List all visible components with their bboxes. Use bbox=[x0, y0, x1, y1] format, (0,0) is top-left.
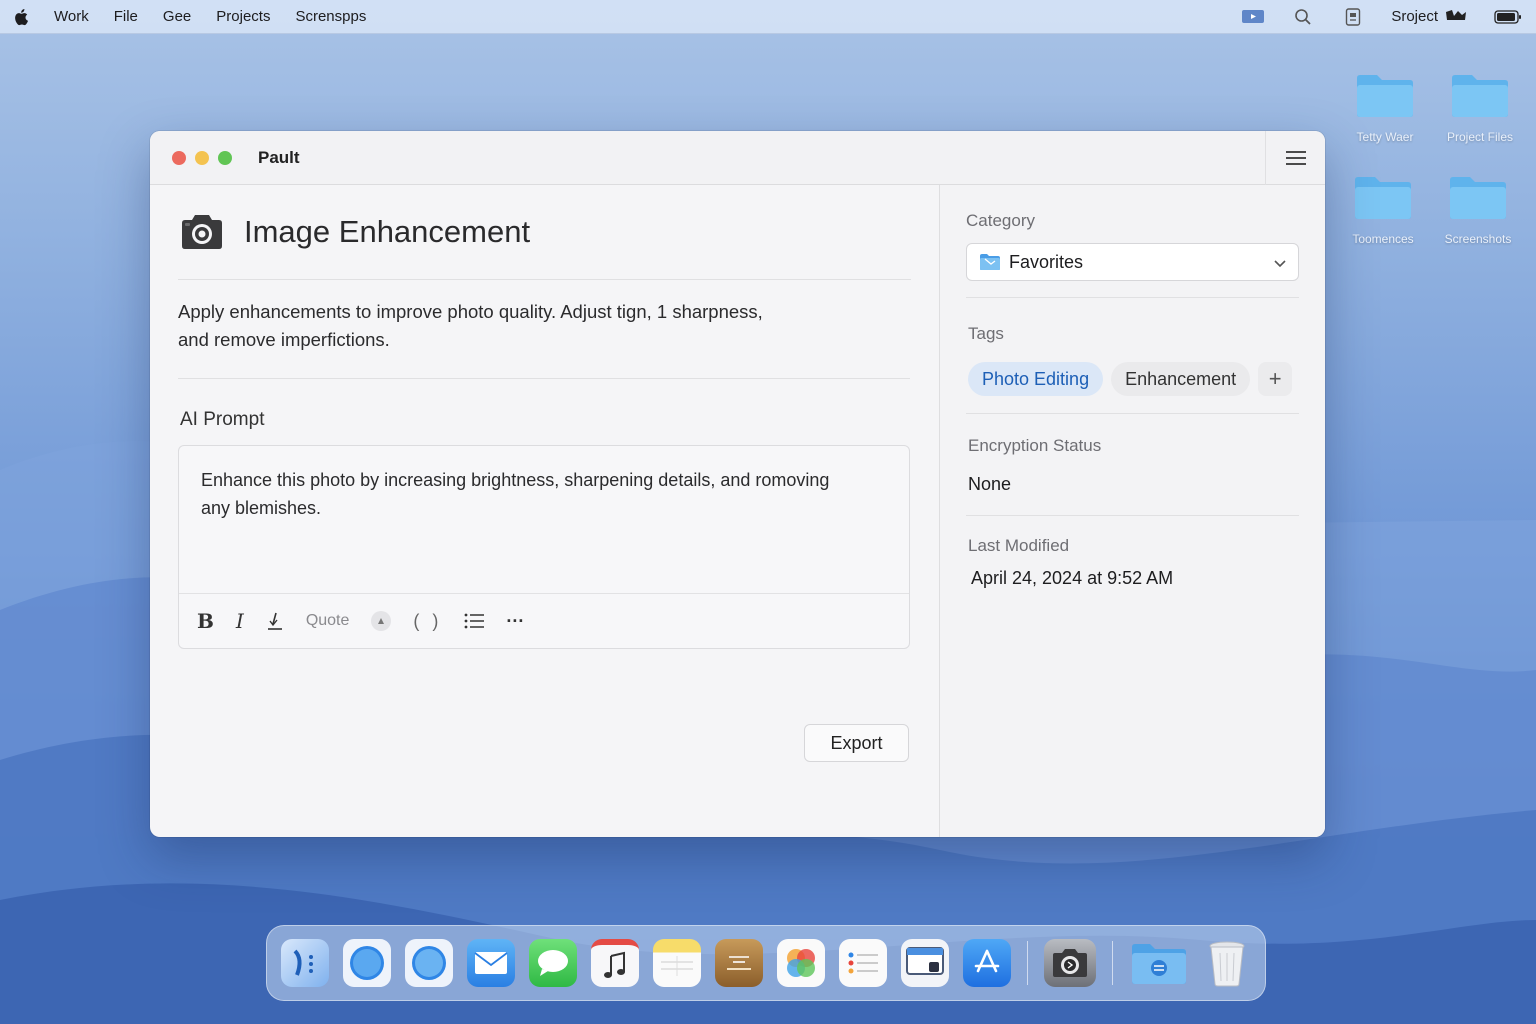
control-center-icon[interactable] bbox=[1341, 7, 1365, 26]
export-button[interactable]: Export bbox=[804, 724, 909, 762]
add-tag-button[interactable]: + bbox=[1258, 362, 1293, 396]
finder-icon[interactable] bbox=[281, 939, 329, 987]
reminders-icon[interactable] bbox=[839, 939, 887, 987]
menu-bar: Work File Gee Projects Screnspps Sroject bbox=[0, 0, 1536, 34]
info-sidebar: Category Favorites Tags Photo Editing En… bbox=[940, 185, 1325, 837]
category-value: Favorites bbox=[1009, 251, 1084, 272]
modified-value: April 24, 2024 at 9:52 AM bbox=[971, 568, 1174, 588]
ai-prompt-label: AI Prompt bbox=[180, 409, 265, 430]
preview-icon[interactable] bbox=[901, 939, 949, 987]
tag-photo-editing[interactable]: Photo Editing bbox=[968, 362, 1104, 396]
messages-icon[interactable] bbox=[529, 939, 577, 987]
close-button[interactable] bbox=[172, 150, 186, 165]
category-select[interactable]: Favorites bbox=[966, 243, 1299, 281]
modified-label: Last Modified bbox=[968, 536, 1070, 555]
folder-icon bbox=[1450, 72, 1510, 118]
underline-icon bbox=[267, 612, 282, 630]
app-store-icon[interactable] bbox=[963, 939, 1011, 987]
note-header: Image Enhancement bbox=[178, 185, 911, 280]
more-options-button[interactable]: ··· bbox=[506, 611, 524, 632]
search-icon[interactable] bbox=[1291, 8, 1315, 26]
quote-button[interactable]: Quote bbox=[306, 612, 350, 630]
menu-screnspps[interactable]: Screnspps bbox=[295, 8, 366, 25]
dot-icon bbox=[378, 618, 385, 624]
modified-section: Last Modified April 24, 2024 at 9:52 AM bbox=[966, 516, 1299, 589]
encryption-section: Encryption Status None bbox=[966, 414, 1299, 516]
encryption-value: None bbox=[968, 474, 1012, 494]
battery-icon[interactable] bbox=[1494, 8, 1522, 26]
note-main-pane: Image Enhancement Apply enhancements to … bbox=[150, 185, 940, 837]
hamburger-icon bbox=[1285, 151, 1306, 165]
menubar-user-label[interactable]: Sroject bbox=[1391, 8, 1468, 26]
desktop-folder-screenshots[interactable]: Screenshots bbox=[1430, 174, 1526, 246]
ai-prompt-line: Enhance this photo by increasing brightn… bbox=[201, 470, 830, 490]
dock bbox=[266, 925, 1266, 1001]
list-button[interactable] bbox=[464, 613, 485, 629]
music-icon[interactable] bbox=[591, 939, 639, 987]
folder-icon[interactable] bbox=[1129, 939, 1189, 987]
tags-section: Tags Photo Editing Enhancement + bbox=[966, 298, 1299, 414]
extension-icon bbox=[1444, 8, 1468, 26]
note-title[interactable]: Image Enhancement bbox=[244, 214, 530, 250]
hamburger-menu-button[interactable] bbox=[1265, 131, 1325, 185]
note-description[interactable]: Apply enhancements to improve photo qual… bbox=[178, 280, 910, 379]
category-label: Category bbox=[966, 211, 1035, 230]
safari-icon[interactable] bbox=[405, 939, 453, 987]
note-description-line: and remove imperfictions. bbox=[178, 329, 390, 350]
photos-icon[interactable] bbox=[777, 939, 825, 987]
window-titlebar[interactable]: Pault bbox=[150, 131, 1325, 185]
bold-button[interactable]: B bbox=[197, 609, 214, 633]
format-toolbar: B I Quote ( ) ··· bbox=[179, 594, 909, 648]
tag-enhancement[interactable]: Enhancement bbox=[1111, 362, 1251, 396]
dock-separator bbox=[1112, 941, 1113, 985]
minimize-button[interactable] bbox=[195, 150, 209, 165]
favorites-folder-icon bbox=[979, 253, 1001, 271]
trash-icon[interactable] bbox=[1203, 939, 1251, 987]
ai-prompt-line: any blemishes. bbox=[201, 498, 322, 518]
ai-prompt-editor: Enhance this photo by increasing brightn… bbox=[178, 445, 910, 649]
desktop-folder-tetty-waer[interactable]: Tetty Waer bbox=[1337, 72, 1433, 144]
category-section: Category Favorites bbox=[966, 211, 1299, 298]
window-controls bbox=[172, 150, 232, 165]
notes-icon[interactable] bbox=[653, 939, 701, 987]
window-title: Pault bbox=[258, 147, 300, 167]
desktop-folder-toomences[interactable]: Toomences bbox=[1335, 174, 1431, 246]
apple-menu-icon[interactable] bbox=[14, 8, 32, 26]
safari-icon[interactable] bbox=[343, 939, 391, 987]
note-description-line: Apply enhancements to improve photo qual… bbox=[178, 301, 763, 322]
menu-work[interactable]: Work bbox=[54, 8, 89, 25]
list-icon bbox=[465, 613, 485, 629]
encryption-label: Encryption Status bbox=[968, 436, 1102, 455]
bullet-dot-button[interactable] bbox=[371, 611, 392, 631]
books-icon[interactable] bbox=[715, 939, 763, 987]
screen-mirror-icon[interactable] bbox=[1241, 8, 1265, 26]
tags-label: Tags bbox=[968, 324, 1004, 343]
underline-button[interactable] bbox=[266, 611, 284, 631]
mail-icon[interactable] bbox=[467, 939, 515, 987]
ai-prompt-textarea[interactable]: Enhance this photo by increasing brightn… bbox=[179, 446, 909, 594]
camera-icon bbox=[178, 214, 226, 250]
desktop-folder-project-files[interactable]: Project Files bbox=[1432, 72, 1528, 144]
menu-projects[interactable]: Projects bbox=[216, 8, 270, 25]
menu-file[interactable]: File bbox=[114, 8, 138, 25]
code-button[interactable]: ( ) bbox=[413, 611, 442, 632]
zoom-button[interactable] bbox=[218, 150, 232, 165]
folder-icon bbox=[1355, 72, 1415, 118]
dock-separator bbox=[1027, 941, 1028, 985]
app-window: Pault Image Enhancement Apply enhancemen… bbox=[150, 131, 1325, 837]
chevron-down-icon bbox=[1274, 252, 1286, 273]
folder-icon bbox=[1448, 174, 1508, 220]
screenshot-icon[interactable] bbox=[1044, 939, 1096, 987]
italic-button[interactable]: I bbox=[236, 609, 244, 633]
menu-gee[interactable]: Gee bbox=[163, 8, 191, 25]
folder-icon bbox=[1353, 174, 1413, 220]
tags-list: Photo Editing Enhancement + bbox=[968, 362, 1299, 396]
